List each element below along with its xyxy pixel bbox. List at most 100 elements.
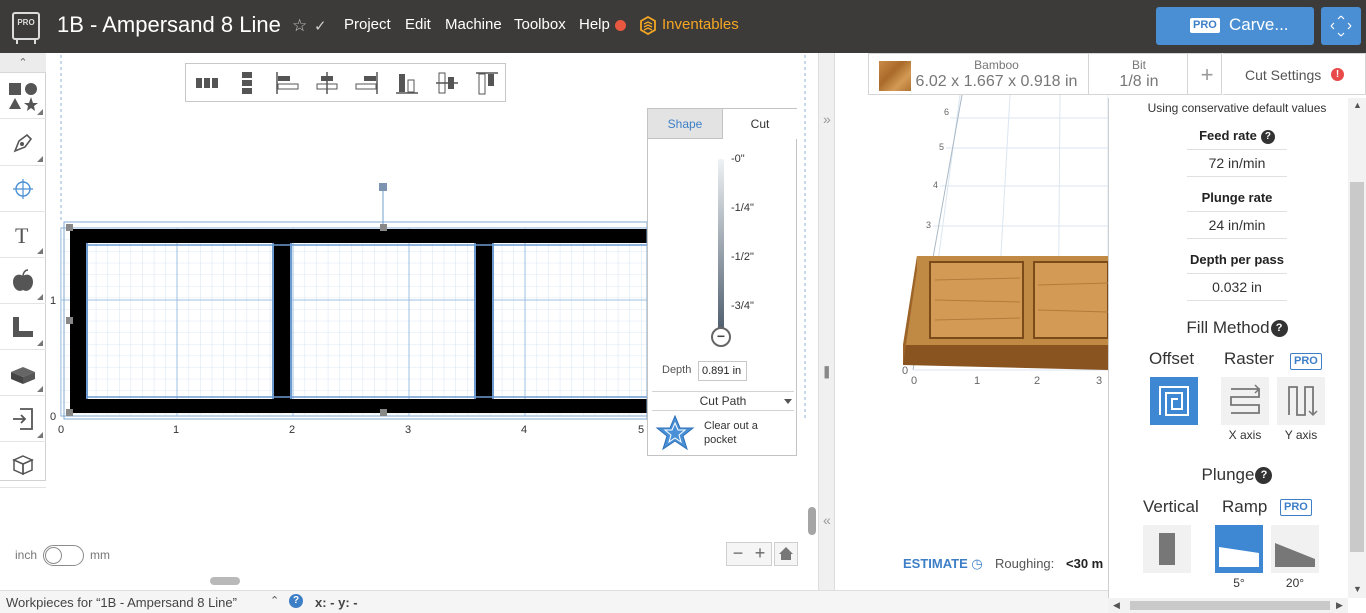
resize-handle[interactable] — [380, 409, 387, 416]
app-root: PRO 1B - Ampersand 8 Line ☆ ✓ Project Ed… — [0, 0, 1366, 613]
chevron-down-icon[interactable]: ✓ — [314, 17, 327, 35]
cut-path-dropdown[interactable]: Cut Path — [652, 391, 794, 411]
fill-offset-option[interactable] — [1150, 377, 1198, 425]
pen-tool[interactable] — [0, 120, 46, 166]
material-dimensions[interactable]: 6.02 x 1.667 x 0.918 in — [913, 73, 1080, 91]
plunge-vertical-option[interactable] — [1143, 525, 1191, 573]
pro-badge: PRO — [1280, 499, 1312, 516]
align-center-icon[interactable] — [314, 70, 340, 96]
align-left-icon[interactable] — [274, 70, 300, 96]
plunge-ramp-20-option[interactable] — [1271, 525, 1319, 573]
resize-handle[interactable] — [66, 409, 73, 416]
depth-per-pass-input[interactable]: 0.032 in — [1187, 273, 1287, 301]
scroll-right-icon[interactable]: ▶ — [1336, 600, 1343, 611]
logo-text: PRO — [17, 18, 35, 27]
chevron-up-icon[interactable]: ⌃ — [270, 594, 279, 607]
settings-vertical-scrollbar[interactable]: ▲ ▼ — [1348, 98, 1366, 598]
align-bottom-icon[interactable] — [394, 70, 420, 96]
menu-toolbox[interactable]: Toolbox — [514, 16, 566, 33]
warning-icon: ! — [1331, 68, 1344, 81]
apps-tool[interactable] — [0, 350, 46, 396]
3d-tool[interactable] — [0, 442, 46, 488]
collapse-toolbar-button[interactable]: ⌃ — [0, 53, 46, 73]
drag-handle-icon[interactable]: ■ ■ ■ — [824, 364, 829, 381]
menu-help[interactable]: Help — [579, 16, 610, 33]
pocket-star-icon[interactable] — [654, 414, 696, 452]
estimate-link[interactable]: ESTIMATE ◷ — [903, 556, 983, 572]
canvas-horizontal-scrollbar[interactable] — [210, 577, 240, 585]
ramp-20-label: 20° — [1285, 576, 1305, 590]
zoom-in-button[interactable]: + — [749, 543, 771, 565]
cut-settings-panel: Using conservative default values Feed r… — [1108, 98, 1366, 613]
distribute-horizontal-icon[interactable] — [194, 70, 220, 96]
feed-rate-label-row: Feed rate? — [1109, 128, 1365, 144]
menu-machine[interactable]: Machine — [445, 16, 502, 33]
shapes-tool[interactable] — [0, 73, 46, 119]
measure-tool[interactable] — [0, 304, 46, 350]
depth-input[interactable] — [698, 361, 747, 381]
preview-x-tick: 0 — [911, 375, 917, 387]
scroll-left-icon[interactable]: ◀ — [1113, 600, 1120, 611]
help-icon[interactable]: ? — [289, 594, 303, 608]
settings-horizontal-scrollbar[interactable]: ◀ ▶ — [1108, 598, 1348, 613]
chevron-right-icon[interactable]: » — [823, 111, 831, 127]
crosshair-icon — [13, 178, 33, 199]
material-name[interactable]: Bamboo — [913, 58, 1080, 72]
fill-raster-y-option[interactable] — [1277, 377, 1325, 425]
align-right-icon[interactable] — [354, 70, 380, 96]
bit-selector[interactable]: Bit 1/8 in — [1088, 54, 1188, 94]
easel-pro-logo[interactable]: PRO — [12, 12, 40, 44]
tab-cut[interactable]: Cut — [723, 109, 797, 139]
help-icon[interactable]: ? — [1255, 467, 1273, 485]
depth-tick: -3/4" — [731, 300, 754, 312]
depth-tick: -1/4" — [731, 202, 754, 214]
plunge-rate-label: Plunge rate — [1201, 190, 1273, 205]
point-tool[interactable] — [0, 166, 46, 212]
menu-project[interactable]: Project — [344, 16, 391, 33]
offset-spiral-icon — [1159, 386, 1189, 416]
panel-divider[interactable]: » ■ ■ ■ « — [818, 53, 835, 590]
star-icon[interactable]: ☆ — [292, 16, 307, 36]
rotate-handle[interactable] — [379, 183, 387, 191]
carve-button[interactable]: PRO Carve... — [1156, 7, 1314, 45]
icons-tool[interactable] — [0, 258, 46, 304]
zoom-fit-button[interactable] — [774, 542, 798, 566]
feed-rate-input[interactable]: 72 in/min — [1187, 149, 1287, 177]
help-icon[interactable]: ? — [1270, 320, 1288, 338]
3d-preview[interactable]: 6 5 4 3 0 0 1 2 3 — [835, 53, 1109, 590]
plunge-rate-input[interactable]: 24 in/min — [1187, 211, 1287, 239]
zoom-out-button[interactable]: − — [727, 543, 749, 565]
workpieces-label[interactable]: Workpieces for “1B - Ampersand 8 Line” — [6, 595, 237, 610]
depth-slider[interactable] — [718, 159, 724, 335]
canvas-vertical-scrollbar[interactable] — [808, 507, 816, 535]
shapes-icon — [9, 82, 38, 111]
align-middle-icon[interactable] — [434, 70, 460, 96]
distribute-vertical-icon[interactable] — [234, 70, 260, 96]
resize-handle[interactable] — [66, 317, 73, 324]
material-swatch[interactable] — [879, 61, 911, 91]
scroll-down-icon[interactable]: ▼ — [1353, 584, 1362, 594]
help-icon[interactable]: ? — [1260, 129, 1275, 144]
tab-shape[interactable]: Shape — [648, 109, 723, 139]
resize-handle[interactable] — [66, 224, 73, 231]
scroll-up-icon[interactable]: ▲ — [1353, 100, 1362, 110]
zoom-controls: − + — [726, 542, 772, 566]
resize-handle[interactable] — [380, 224, 387, 231]
add-bit-button[interactable]: + — [1195, 62, 1219, 88]
align-top-icon[interactable] — [474, 70, 500, 96]
text-tool[interactable]: T — [0, 212, 46, 258]
unit-toggle[interactable] — [43, 545, 84, 566]
ramp-20-icon — [1275, 543, 1315, 567]
menu-edit[interactable]: Edit — [405, 16, 431, 33]
expand-view-button[interactable] — [1321, 7, 1361, 45]
inventables-link[interactable]: Inventables — [662, 16, 739, 33]
preview-y-tick: 6 — [944, 107, 949, 117]
notification-dot[interactable] — [615, 20, 626, 31]
fill-raster-x-option[interactable] — [1221, 377, 1269, 425]
cut-settings-tab[interactable]: Cut Settings ! — [1223, 53, 1366, 95]
project-title[interactable]: 1B - Ampersand 8 Line — [57, 12, 281, 38]
chevron-left-icon[interactable]: « — [823, 512, 831, 528]
plunge-ramp-5-option[interactable] — [1215, 525, 1263, 573]
depth-slider-handle[interactable]: − — [711, 327, 731, 347]
import-tool[interactable] — [0, 396, 46, 442]
